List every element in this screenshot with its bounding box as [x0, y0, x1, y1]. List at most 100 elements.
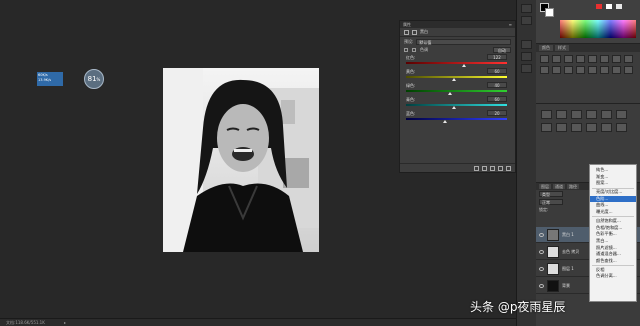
- adjustment-layer-icon[interactable]: [404, 29, 409, 35]
- slider-value-input[interactable]: 60: [487, 68, 507, 74]
- preset-label: 预设:: [404, 38, 414, 44]
- style-icon[interactable]: [571, 123, 582, 132]
- reset-icon[interactable]: [490, 165, 495, 171]
- properties-tab: 黑白: [400, 28, 515, 37]
- slider-thumb[interactable]: [447, 92, 452, 95]
- slider-value-input[interactable]: 122: [487, 54, 507, 60]
- targeted-adjust-icon[interactable]: [404, 48, 408, 52]
- mini-swatch[interactable]: [596, 4, 602, 9]
- brush-icon[interactable]: [521, 64, 532, 73]
- style-icon[interactable]: [586, 123, 597, 132]
- slider-track[interactable]: [406, 76, 507, 78]
- mini-swatch[interactable]: [606, 4, 612, 9]
- slider-value-input[interactable]: 20: [487, 110, 507, 116]
- menu-item[interactable]: 黑白...: [590, 238, 636, 245]
- lookup-icon[interactable]: [564, 66, 573, 74]
- menu-item[interactable]: 色彩平衡...: [590, 231, 636, 238]
- style-icon[interactable]: [541, 110, 552, 119]
- visibility-eye-icon[interactable]: [539, 266, 544, 271]
- actions-icon[interactable]: [521, 16, 532, 25]
- visibility-eye-icon[interactable]: [539, 283, 544, 288]
- slider-value-input[interactable]: 40: [487, 82, 507, 88]
- view-previous-icon[interactable]: [482, 165, 487, 171]
- slider-thumb[interactable]: [461, 64, 466, 67]
- trash-icon[interactable]: [506, 165, 511, 171]
- menu-item[interactable]: 色调分离...: [590, 273, 636, 280]
- style-icon[interactable]: [556, 123, 567, 132]
- tab-channels[interactable]: 通道: [553, 184, 565, 189]
- selective-color-icon[interactable]: [624, 66, 633, 74]
- channel-slider[interactable]: 青色: 60: [400, 96, 515, 110]
- properties-titlebar[interactable]: 属性 ≡: [400, 21, 515, 28]
- slider-track[interactable]: [406, 104, 507, 106]
- properties-title: 属性: [403, 21, 411, 27]
- style-icon[interactable]: [586, 110, 597, 119]
- blend-mode-select[interactable]: 正常: [539, 199, 563, 205]
- history-icon[interactable]: [521, 4, 532, 13]
- tab-paths[interactable]: 路径: [567, 184, 579, 189]
- color-spectrum[interactable]: [560, 20, 636, 38]
- slider-track[interactable]: [406, 118, 507, 120]
- style-icon[interactable]: [571, 110, 582, 119]
- portrait-photo[interactable]: [163, 68, 319, 252]
- menu-item[interactable]: 纯色...: [590, 167, 636, 174]
- brightness-icon[interactable]: [540, 55, 549, 63]
- clip-icon[interactable]: [474, 165, 479, 171]
- status-menu-arrow[interactable]: ▸: [64, 319, 66, 326]
- style-icon[interactable]: [601, 123, 612, 132]
- slider-value-input[interactable]: 60: [487, 96, 507, 102]
- menu-item[interactable]: 亮度/对比度...: [590, 189, 636, 196]
- slider-thumb[interactable]: [443, 120, 448, 123]
- visibility-eye-icon[interactable]: [539, 232, 544, 237]
- menu-item[interactable]: 颜色查找...: [590, 258, 636, 265]
- mask-icon[interactable]: [412, 29, 417, 35]
- tab-styles[interactable]: 样式: [555, 45, 569, 51]
- layer-kind-select[interactable]: 类型: [539, 191, 563, 197]
- slider-thumb[interactable]: [452, 78, 457, 81]
- channel-slider[interactable]: 绿色: 40: [400, 82, 515, 96]
- style-icon[interactable]: [616, 110, 627, 119]
- auto-button[interactable]: 自动: [493, 47, 511, 53]
- visibility-icon[interactable]: [498, 165, 503, 171]
- style-icon[interactable]: [556, 110, 567, 119]
- mini-swatch[interactable]: [616, 4, 622, 9]
- slider-thumb[interactable]: [452, 106, 457, 109]
- info-icon[interactable]: [521, 40, 532, 49]
- bw-icon[interactable]: [624, 55, 633, 63]
- menu-item[interactable]: 曝光度...: [590, 209, 636, 216]
- mixer-icon[interactable]: [552, 66, 561, 74]
- channel-slider[interactable]: 红色: 122: [400, 54, 515, 68]
- vibrance-icon[interactable]: [588, 55, 597, 63]
- preset-select[interactable]: 默认值: [416, 38, 511, 45]
- channel-slider[interactable]: 蓝色: 20: [400, 110, 515, 124]
- levels-icon[interactable]: [552, 55, 561, 63]
- style-icon[interactable]: [541, 123, 552, 132]
- invert-icon[interactable]: [576, 66, 585, 74]
- balance-icon[interactable]: [612, 55, 621, 63]
- tint-checkbox[interactable]: [412, 48, 416, 52]
- hue-icon[interactable]: [600, 55, 609, 63]
- adjustment-name: 黑白: [420, 29, 428, 34]
- menu-item[interactable]: 图案...: [590, 180, 636, 187]
- performance-badge[interactable]: 81%: [84, 69, 104, 89]
- photo-filter-icon[interactable]: [540, 66, 549, 74]
- menu-item[interactable]: 自然饱和度...: [590, 218, 636, 225]
- style-icon[interactable]: [616, 123, 627, 132]
- gradient-map-icon[interactable]: [612, 66, 621, 74]
- paragraph-icon[interactable]: [521, 52, 532, 61]
- channel-slider[interactable]: 黄色: 60: [400, 68, 515, 82]
- background-color-swatch[interactable]: [545, 8, 554, 17]
- panel-menu-icon[interactable]: ≡: [509, 22, 512, 27]
- slider-track[interactable]: [406, 90, 507, 92]
- threshold-icon[interactable]: [600, 66, 609, 74]
- exposure-icon[interactable]: [576, 55, 585, 63]
- visibility-eye-icon[interactable]: [539, 249, 544, 254]
- tab-layers[interactable]: 图层: [539, 184, 551, 189]
- tab-color[interactable]: 颜色: [539, 45, 553, 51]
- style-icon[interactable]: [601, 110, 612, 119]
- menu-item[interactable]: 通道混合器...: [590, 251, 636, 258]
- curves-icon[interactable]: [564, 55, 573, 63]
- posterize-icon[interactable]: [588, 66, 597, 74]
- slider-track[interactable]: [406, 62, 507, 64]
- watermark: 头条 @p夜雨星辰: [470, 300, 566, 314]
